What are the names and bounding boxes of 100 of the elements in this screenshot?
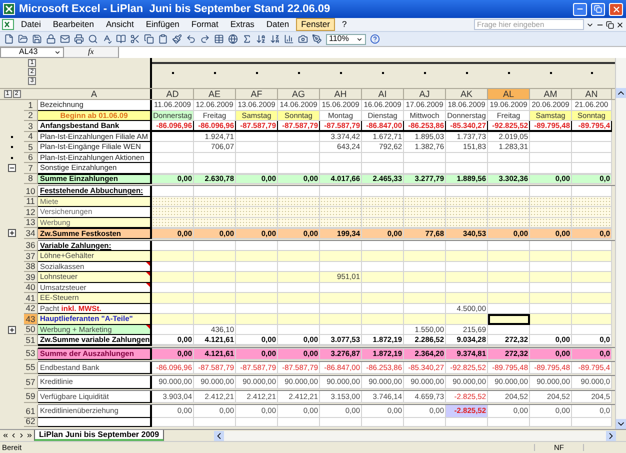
- table-cell: [278, 314, 320, 324]
- restore-button[interactable]: [591, 2, 605, 16]
- row-header[interactable]: 13: [24, 218, 38, 228]
- row-header[interactable]: 36: [24, 240, 38, 251]
- undo-icon[interactable]: [186, 34, 196, 44]
- row-header[interactable]: 8: [24, 174, 38, 184]
- row-header[interactable]: 5: [24, 142, 38, 152]
- sort-ascending-icon[interactable]: [256, 34, 266, 44]
- row-header[interactable]: 1: [24, 100, 38, 110]
- table-cell: [488, 251, 530, 262]
- horizontal-scrollbar[interactable]: [214, 430, 616, 440]
- row-header[interactable]: 7: [24, 163, 38, 174]
- minimize-button[interactable]: [573, 2, 587, 16]
- folder-icon[interactable]: [18, 34, 28, 44]
- next-sheet-icon[interactable]: [18, 432, 25, 439]
- last-sheet-icon[interactable]: [26, 432, 33, 439]
- previous-sheet-icon[interactable]: [10, 432, 17, 439]
- table-cell: [362, 152, 404, 163]
- table-icon[interactable]: [214, 34, 224, 44]
- table-cell: [572, 186, 612, 196]
- row-header[interactable]: 55: [24, 362, 38, 374]
- row-header[interactable]: 43: [24, 314, 38, 324]
- row-header[interactable]: 3: [24, 121, 38, 132]
- close-button[interactable]: [609, 2, 623, 16]
- row-header[interactable]: 34: [24, 228, 38, 238]
- menu-item[interactable]: Bearbeiten: [48, 18, 99, 31]
- mail-icon[interactable]: [60, 34, 70, 44]
- menu-item[interactable]: Format: [186, 18, 224, 31]
- menu-item[interactable]: Einfügen: [140, 18, 184, 31]
- collapse-icon[interactable]: [8, 164, 16, 172]
- paintbrush-icon[interactable]: [172, 34, 182, 44]
- row-header[interactable]: 2: [24, 110, 38, 121]
- table-cell: [488, 304, 530, 314]
- search-icon[interactable]: [88, 34, 98, 44]
- menu-item[interactable]: Daten: [261, 18, 294, 31]
- first-sheet-icon[interactable]: [2, 432, 9, 439]
- zoom-field[interactable]: 110%: [326, 34, 366, 44]
- table-cell: [530, 282, 572, 293]
- row-header[interactable]: 4: [24, 132, 38, 142]
- globe-icon[interactable]: [228, 34, 238, 44]
- table-cell: [278, 293, 320, 304]
- row-header[interactable]: 59: [24, 390, 38, 403]
- row-header[interactable]: 42: [24, 304, 38, 314]
- new-file-icon[interactable]: [4, 34, 14, 44]
- expand-icon[interactable]: [8, 326, 16, 334]
- name-box[interactable]: AL43: [0, 46, 64, 58]
- row-header[interactable]: 57: [24, 376, 38, 388]
- scroll-right-icon[interactable]: [606, 430, 616, 440]
- row-header[interactable]: 41: [24, 293, 38, 304]
- scroll-left-icon[interactable]: [214, 430, 224, 440]
- table-cell: [488, 324, 530, 335]
- row-header[interactable]: 39: [24, 272, 38, 282]
- table-cell: [446, 186, 488, 196]
- clipboard-icon[interactable]: [158, 34, 168, 44]
- table-cell: [404, 186, 446, 196]
- row-header[interactable]: 6: [24, 152, 38, 163]
- pen-icon[interactable]: [312, 34, 322, 44]
- bar-chart-icon[interactable]: [284, 34, 294, 44]
- menu-item[interactable]: ?: [336, 18, 352, 31]
- restore-icon[interactable]: [606, 20, 614, 28]
- menu-item[interactable]: Fenster: [296, 18, 335, 31]
- row-header[interactable]: 37: [24, 251, 38, 262]
- row-header[interactable]: 10: [24, 186, 38, 196]
- row-header[interactable]: 40: [24, 282, 38, 293]
- row-header[interactable]: 51: [24, 335, 38, 346]
- printer-icon[interactable]: [74, 34, 84, 44]
- row-header[interactable]: 38: [24, 262, 38, 272]
- caret-icon[interactable]: [356, 36, 363, 42]
- book-icon[interactable]: [116, 34, 126, 44]
- row-header[interactable]: 11: [24, 196, 38, 207]
- row-header[interactable]: 12: [24, 207, 38, 218]
- menu-item[interactable]: Ansicht: [100, 18, 139, 31]
- menu-item[interactable]: Extras: [225, 18, 260, 31]
- formula-input[interactable]: [118, 46, 626, 58]
- scroll-up-icon[interactable]: [616, 88, 626, 98]
- vertical-scrollbar[interactable]: [615, 58, 626, 429]
- caret-icon[interactable]: [54, 48, 61, 56]
- redo-icon[interactable]: [200, 34, 210, 44]
- save-icon[interactable]: [32, 34, 42, 44]
- spellcheck-icon[interactable]: [102, 34, 112, 44]
- table-cell: [320, 196, 362, 207]
- scissors-icon[interactable]: [130, 34, 140, 44]
- menu-item[interactable]: Datei: [16, 18, 46, 31]
- lock-icon[interactable]: [46, 34, 56, 44]
- sort-descending-icon[interactable]: [270, 34, 280, 44]
- help-icon[interactable]: [370, 34, 380, 44]
- row-header[interactable]: 61: [24, 405, 38, 418]
- camera-icon[interactable]: [298, 34, 308, 44]
- row-header[interactable]: 50: [24, 324, 38, 335]
- function-label[interactable]: fx: [68, 48, 114, 56]
- row-header[interactable]: 53: [24, 348, 38, 360]
- column-header[interactable]: AL: [488, 89, 530, 99]
- copy-icon[interactable]: [144, 34, 154, 44]
- table-cell: [362, 163, 404, 174]
- scroll-down-icon[interactable]: [616, 419, 626, 429]
- sigma-icon[interactable]: [242, 34, 252, 44]
- sheet-tab[interactable]: LiPlan Juni bis September 2009: [34, 430, 164, 441]
- spreadsheet-document-icon[interactable]: [2, 19, 14, 30]
- close-icon[interactable]: [616, 20, 624, 28]
- expand-icon[interactable]: [8, 229, 16, 238]
